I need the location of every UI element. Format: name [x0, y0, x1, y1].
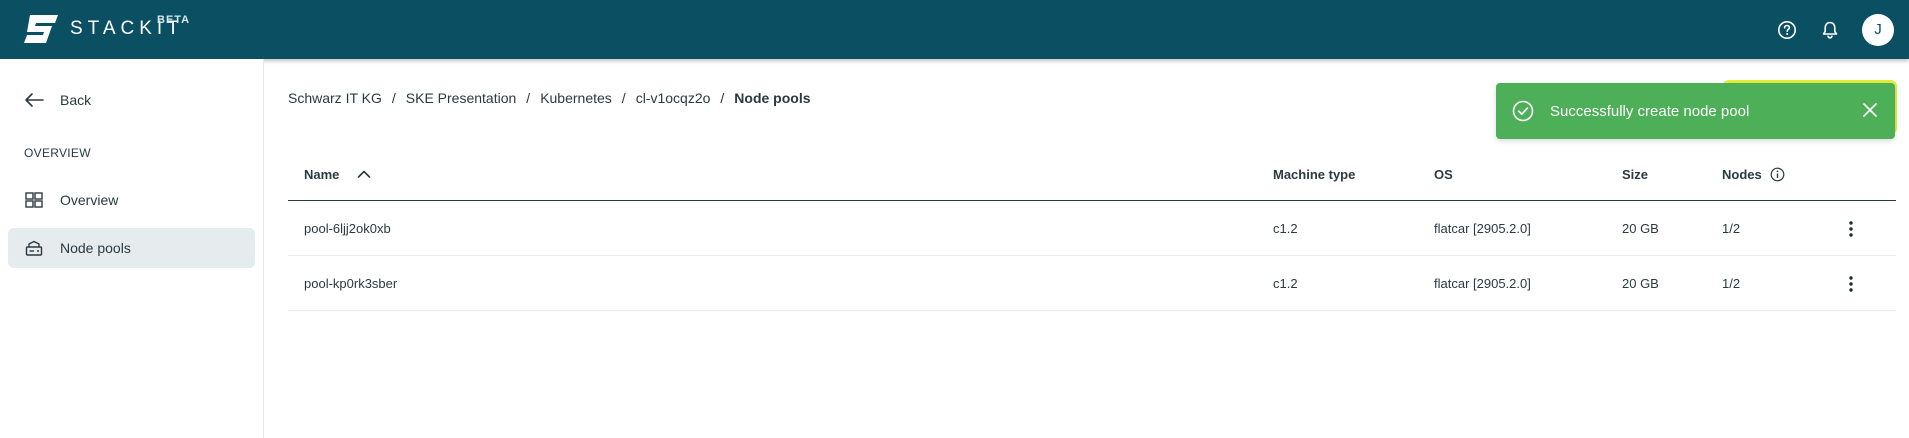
check-circle-icon	[1512, 100, 1534, 122]
table-row[interactable]: pool-6ljj2ok0xb c1.2 flatcar [2905.2.0] …	[288, 201, 1896, 256]
sidebar-item-node-pools[interactable]: Node pools	[8, 228, 255, 268]
stackit-logo-icon	[24, 15, 58, 43]
breadcrumb-item-cluster[interactable]: cl-v1ocqz2o	[636, 90, 711, 106]
beta-badge: BETA	[157, 14, 191, 26]
success-toast: Successfully create node pool	[1496, 83, 1895, 139]
column-header-nodes: Nodes	[1722, 147, 1785, 201]
cell-size: 20 GB	[1622, 276, 1659, 291]
node-pool-icon	[24, 238, 44, 258]
notifications-button[interactable]	[1817, 17, 1843, 43]
breadcrumb-item-organization[interactable]: Schwarz IT KG	[288, 90, 382, 106]
more-vertical-icon	[1849, 220, 1853, 237]
column-header-label: Size	[1622, 166, 1649, 182]
back-label: Back	[60, 92, 92, 108]
column-header-name[interactable]: Name	[304, 147, 371, 201]
table-row[interactable]: pool-kp0rk3sber c1.2 flatcar [2905.2.0] …	[288, 256, 1896, 311]
help-icon	[1778, 20, 1796, 39]
sidebar-item-label: Overview	[60, 192, 119, 208]
breadcrumb-separator: /	[391, 90, 396, 106]
back-button[interactable]: Back	[24, 92, 91, 108]
cell-name[interactable]: pool-kp0rk3sber	[304, 256, 397, 311]
column-header-label: Nodes	[1722, 166, 1762, 182]
node-pools-table: Name Machine type OS Size Nodes pool-6lj…	[288, 147, 1896, 311]
column-header-os: OS	[1434, 147, 1453, 201]
breadcrumb-item-kubernetes[interactable]: Kubernetes	[540, 90, 612, 106]
cell-nodes: 1/2	[1722, 221, 1741, 236]
breadcrumb-separator: /	[621, 90, 626, 106]
info-icon[interactable]	[1770, 167, 1785, 182]
close-icon	[1863, 103, 1877, 117]
sort-ascending-icon[interactable]	[357, 169, 371, 179]
sidebar-section-title: OVERVIEW	[24, 146, 91, 160]
cell-os: flatcar [2905.2.0]	[1434, 221, 1531, 236]
breadcrumb-current: Node pools	[734, 90, 811, 106]
help-button[interactable]	[1774, 17, 1800, 43]
breadcrumb-separator: /	[720, 90, 725, 106]
table-header: Name Machine type OS Size Nodes	[288, 147, 1896, 201]
cell-nodes: 1/2	[1722, 276, 1741, 291]
top-bar: STACKIT BETA J	[0, 0, 1909, 59]
breadcrumb: Schwarz IT KG / SKE Presentation / Kuber…	[288, 90, 811, 106]
column-header-label: Name	[304, 166, 340, 182]
column-header-label: Machine type	[1273, 166, 1356, 182]
row-actions-button[interactable]	[1839, 272, 1863, 296]
grid-icon	[24, 190, 44, 210]
cell-os: flatcar [2905.2.0]	[1434, 276, 1531, 291]
sidebar-item-overview[interactable]: Overview	[8, 180, 255, 220]
bell-icon	[1822, 21, 1838, 39]
cell-size: 20 GB	[1622, 221, 1659, 236]
column-header-machine-type: Machine type	[1273, 147, 1355, 201]
user-avatar[interactable]: J	[1862, 13, 1894, 46]
column-header-size: Size	[1622, 147, 1648, 201]
sidebar: Back OVERVIEW Overview Node pools	[0, 59, 264, 438]
toast-close-button[interactable]	[1861, 101, 1879, 119]
breadcrumb-separator: /	[526, 90, 531, 106]
cell-machine-type: c1.2	[1273, 276, 1298, 291]
more-vertical-icon	[1849, 275, 1853, 292]
breadcrumb-item-project[interactable]: SKE Presentation	[406, 90, 517, 106]
sidebar-item-label: Node pools	[60, 240, 131, 256]
column-header-label: OS	[1434, 166, 1453, 182]
row-actions-button[interactable]	[1839, 217, 1863, 241]
arrow-left-icon	[25, 93, 44, 107]
cell-machine-type: c1.2	[1273, 221, 1298, 236]
toast-message: Successfully create node pool	[1550, 102, 1750, 120]
cell-name[interactable]: pool-6ljj2ok0xb	[304, 201, 391, 256]
